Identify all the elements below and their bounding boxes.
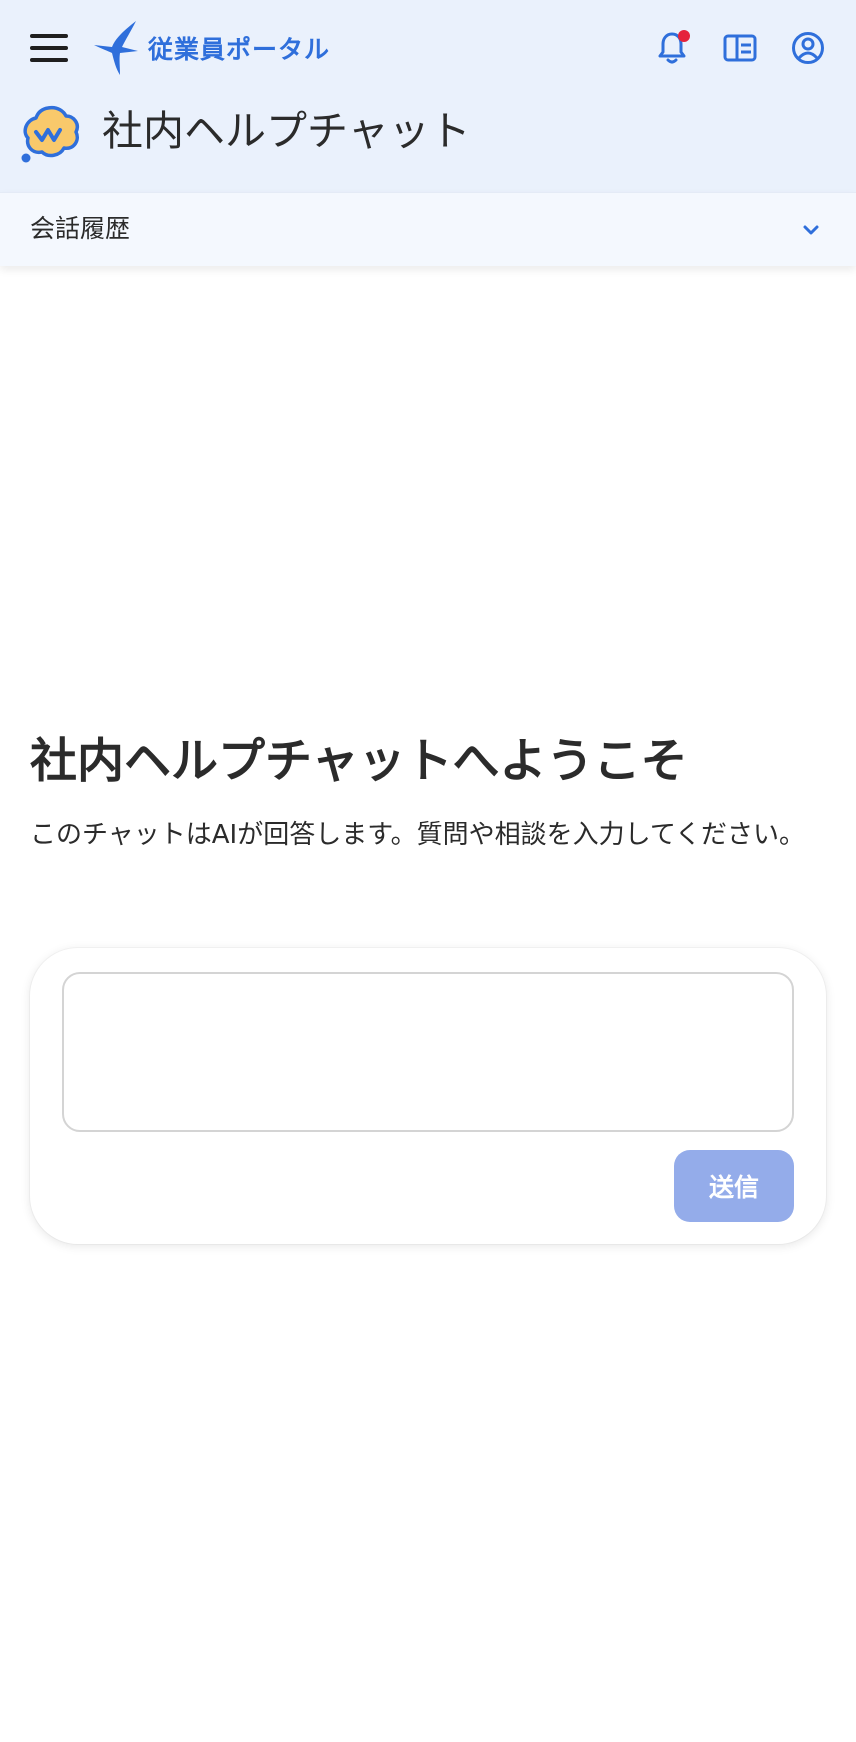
hamburger-menu-icon[interactable]: [30, 34, 68, 62]
send-button[interactable]: 送信: [674, 1150, 794, 1222]
swallow-logo-icon: [94, 21, 138, 75]
chat-bubble-icon: [21, 105, 79, 163]
page-title: 社内ヘルプチャット: [102, 107, 471, 155]
app-header: 従業員ポータル 社内ヘルプチャット: [0, 0, 856, 192]
welcome-description: このチャットはAIが回答します。質問や相談を入力してください。: [30, 820, 806, 850]
account-button[interactable]: [786, 26, 830, 70]
portal-name: 従業員ポータル: [148, 35, 331, 64]
top-actions: [626, 26, 830, 70]
directory-button[interactable]: [718, 26, 762, 70]
message-input[interactable]: [62, 972, 794, 1132]
id-card-icon: [723, 34, 757, 62]
notifications-button[interactable]: [650, 26, 694, 70]
app-title-row: 社内ヘルプチャット: [0, 96, 856, 192]
history-label: 会話履歴: [30, 214, 131, 243]
top-bar: 従業員ポータル: [0, 0, 856, 96]
account-circle-icon: [792, 32, 824, 64]
chevron-down-icon: [803, 225, 819, 235]
conversation-history-toggle[interactable]: 会話履歴: [0, 192, 856, 266]
portal-logo[interactable]: 従業員ポータル: [92, 18, 330, 78]
chat-composer: 送信: [30, 948, 826, 1244]
welcome-title: 社内ヘルプチャットへようこそ: [30, 734, 688, 789]
notification-badge: [678, 30, 690, 42]
